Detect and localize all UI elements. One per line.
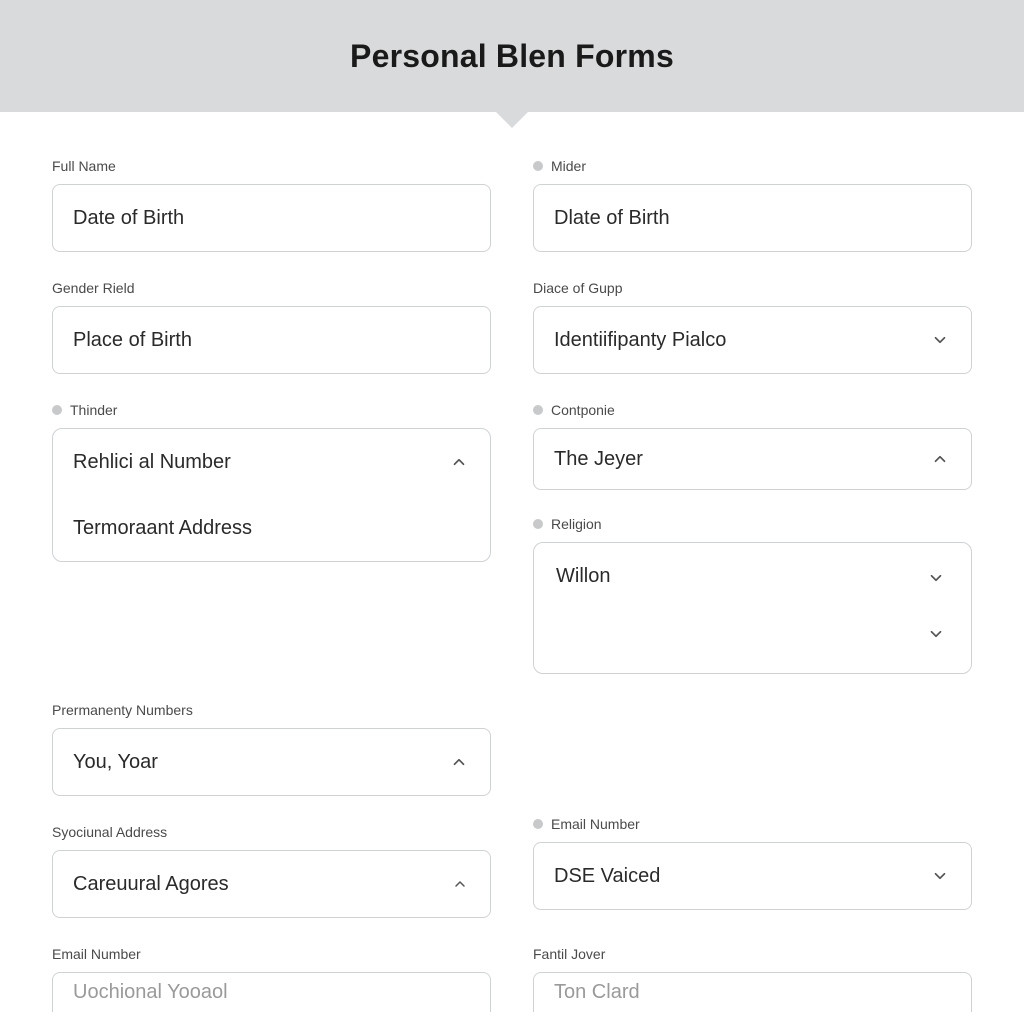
select-email-number-r[interactable]: DSE Vaiced xyxy=(533,842,972,910)
select-value: The Jeyer xyxy=(554,448,643,471)
chevron-up-icon xyxy=(450,453,468,471)
label-text: Mider xyxy=(551,158,586,174)
select-value: Identiifipanty Pialco xyxy=(554,329,726,352)
input-text: Place of Birth xyxy=(73,329,192,352)
input-text: Ton Clard xyxy=(554,981,640,1004)
select-value: DSE Vaiced xyxy=(554,865,660,888)
label-text: Contponie xyxy=(551,402,615,418)
field-email-number-r: Email Number DSE Vaiced xyxy=(533,816,972,910)
field-full-name: Full Name Date of Birth xyxy=(52,158,491,252)
label-syociunal: Syociunal Address xyxy=(52,824,491,840)
select-prermanenty[interactable]: You, Yoar xyxy=(52,728,491,796)
label-text: Thinder xyxy=(70,402,117,418)
input-gender[interactable]: Place of Birth xyxy=(52,306,491,374)
page-title: Personal Blen Forms xyxy=(350,38,674,75)
select-contponie[interactable]: The Jeyer xyxy=(533,428,972,490)
label-contponie: Contponie xyxy=(533,402,972,418)
row-text: Termoraant Address xyxy=(73,517,252,540)
radio-dot-icon xyxy=(533,519,543,529)
input-email-number-l[interactable]: Uochional Yooaol xyxy=(52,972,491,1012)
select-syociunal[interactable]: Careuural Agores xyxy=(52,850,491,918)
field-prermanenty: Prermanenty Numbers You, Yoar xyxy=(52,702,491,796)
input-text: Date of Birth xyxy=(73,207,184,230)
chevron-down-icon xyxy=(931,867,949,885)
chevron-up-icon xyxy=(450,753,468,771)
chevron-up-icon xyxy=(931,450,949,468)
label-text: Email Number xyxy=(551,816,640,832)
field-gender: Gender Rield Place of Birth xyxy=(52,280,491,374)
field-diace-gupp: Diace of Gupp Identiifipanty Pialco xyxy=(533,280,972,374)
page-header: Personal Blen Forms xyxy=(0,0,1024,112)
label-fantil-jover: Fantil Jover xyxy=(533,946,972,962)
stack-row[interactable]: Termoraant Address xyxy=(53,495,490,561)
radio-dot-icon xyxy=(533,405,543,415)
label-prermanenty: Prermanenty Numbers xyxy=(52,702,491,718)
row-text: Rehlici al Number xyxy=(73,451,231,474)
input-mider[interactable]: Dlate of Birth xyxy=(533,184,972,252)
radio-dot-icon xyxy=(533,161,543,171)
field-fantil-jover: Fantil Jover Ton Clard xyxy=(533,946,972,1012)
chevron-down-icon xyxy=(927,625,945,648)
field-syociunal: Syociunal Address Careuural Agores xyxy=(52,824,491,918)
stack-row[interactable]: Rehlici al Number xyxy=(53,429,490,495)
field-mider: Mider Dlate of Birth xyxy=(533,158,972,252)
field-thinder: Thinder Rehlici al Number Termoraant Add… xyxy=(52,402,491,562)
input-text: Uochional Yooaol xyxy=(73,981,228,1004)
label-gender: Gender Rield xyxy=(52,280,491,296)
radio-dot-icon xyxy=(52,405,62,415)
chevron-up-icon xyxy=(452,876,468,892)
col-right-group-1: Contponie The Jeyer Religion Willon xyxy=(533,402,972,674)
select-religion[interactable]: Willon xyxy=(533,542,972,674)
select-value: You, Yoar xyxy=(73,751,158,774)
label-diace-gupp: Diace of Gupp xyxy=(533,280,972,296)
label-mider: Mider xyxy=(533,158,972,174)
radio-dot-icon xyxy=(533,819,543,829)
input-fantil-jover[interactable]: Ton Clard xyxy=(533,972,972,1012)
field-email-number-l: Email Number Uochional Yooaol xyxy=(52,946,491,1012)
select-diace-gupp[interactable]: Identiifipanty Pialco xyxy=(533,306,972,374)
label-full-name: Full Name xyxy=(52,158,491,174)
stack-thinder[interactable]: Rehlici al Number Termoraant Address xyxy=(52,428,491,562)
chevron-down-icon xyxy=(931,331,949,349)
input-text: Dlate of Birth xyxy=(554,207,670,230)
form-grid: Full Name Date of Birth Mider Dlate of B… xyxy=(0,112,1024,1012)
input-full-name[interactable]: Date of Birth xyxy=(52,184,491,252)
label-religion: Religion xyxy=(533,516,972,532)
chevron-down-icon xyxy=(927,569,945,592)
label-thinder: Thinder xyxy=(52,402,491,418)
label-text: Religion xyxy=(551,516,602,532)
select-value: Willon xyxy=(556,565,610,588)
header-notch xyxy=(496,112,528,128)
label-email-number-r: Email Number xyxy=(533,816,972,832)
label-email-number-l: Email Number xyxy=(52,946,491,962)
select-value: Careuural Agores xyxy=(73,873,229,896)
